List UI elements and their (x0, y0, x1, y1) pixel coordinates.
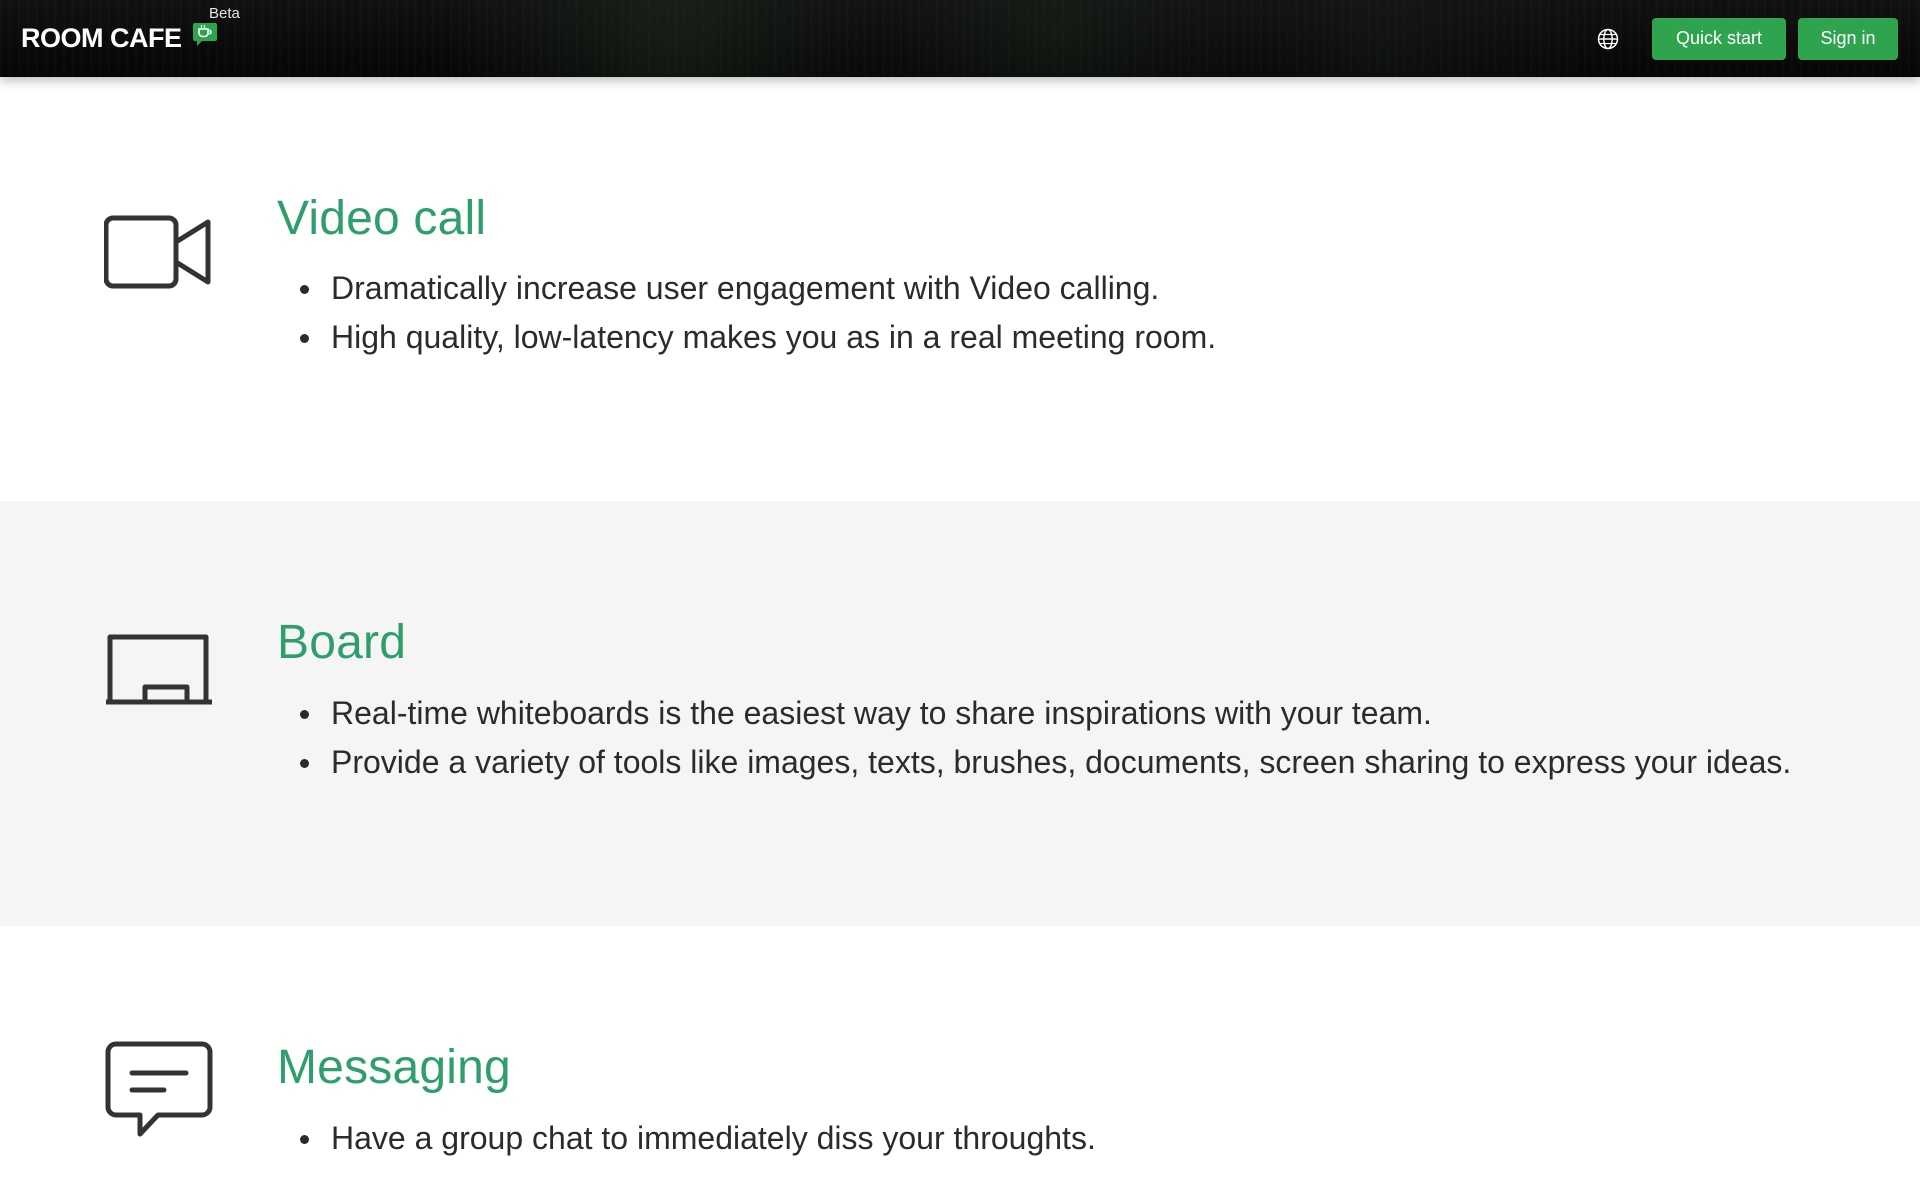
sign-in-button[interactable]: Sign in (1798, 17, 1898, 60)
message-icon (105, 1041, 213, 1137)
top-navbar: ROOM CAFE Beta Quick start Sign in (0, 0, 1920, 77)
list-item: High quality, low-latency makes you as i… (299, 313, 1216, 362)
beta-badge: Beta (209, 5, 240, 22)
quick-start-button[interactable]: Quick start (1652, 17, 1786, 60)
list-item: Have a group chat to immediately diss yo… (300, 1114, 1096, 1163)
feature-title: Board (277, 616, 407, 669)
globe-icon (1597, 28, 1619, 49)
video-camera-icon (104, 215, 211, 289)
feature-title: Messaging (277, 1041, 511, 1094)
feature-title: Video call (277, 192, 487, 245)
brand[interactable]: ROOM CAFE (21, 0, 218, 77)
feature-bullet-list: Dramatically increase user engagement wi… (299, 264, 1216, 362)
feature-bullet-list: Real-time whiteboards is the easiest way… (299, 689, 1791, 787)
feature-section-board: Board Real-time whiteboards is the easie… (0, 501, 1920, 926)
feature-section-video-call: Video call Dramatically increase user en… (0, 77, 1920, 501)
list-item: Dramatically increase user engagement wi… (299, 264, 1216, 313)
chat-cup-logo-icon (192, 22, 217, 46)
list-item: Provide a variety of tools like images, … (299, 738, 1791, 787)
feature-bullet-list: Have a group chat to immediately diss yo… (300, 1114, 1096, 1163)
whiteboard-icon (106, 634, 212, 705)
brand-name: ROOM CAFE (21, 23, 182, 53)
feature-section-messaging: Messaging Have a group chat to immediate… (0, 926, 1920, 1200)
header-actions: Quick start Sign in (1596, 17, 1898, 60)
language-selector[interactable] (1596, 27, 1620, 51)
list-item: Real-time whiteboards is the easiest way… (299, 689, 1791, 738)
